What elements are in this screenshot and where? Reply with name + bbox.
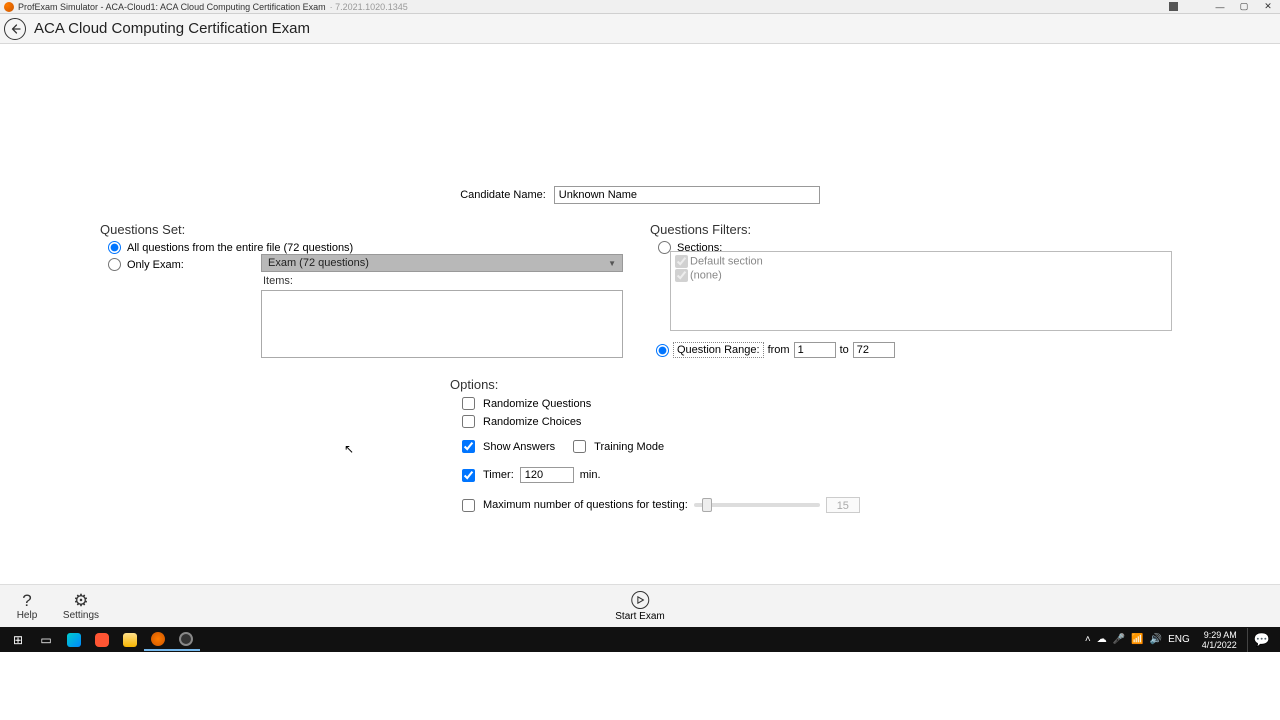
help-button[interactable]: ? Help [0, 592, 54, 621]
window-version: · 7.2021.1020.1345 [330, 2, 408, 12]
question-range-row: Question Range: from to [656, 342, 895, 358]
minimize-button[interactable]: — [1208, 2, 1232, 12]
tray-network-icon[interactable]: 📶 [1131, 634, 1143, 645]
section-item-0: Default section [690, 255, 763, 267]
taskbar-app-brave[interactable] [88, 629, 116, 651]
exam-selected: Exam (72 questions) [268, 257, 369, 269]
radio-question-range[interactable] [656, 344, 669, 357]
windows-taskbar: ⊞ ▭ ˄ ☁ 🎤 📶 🔊 ENG 9:29 AM 4/1/2022 💬 [0, 627, 1280, 652]
label-show-answers: Show Answers [483, 441, 555, 453]
section-item-1: (none) [690, 269, 722, 281]
task-view-button[interactable]: ▭ [32, 629, 60, 651]
window-titlebar: ProfExam Simulator - ACA-Cloud1: ACA Clo… [0, 0, 1280, 14]
system-tray[interactable]: ˄ ☁ 🎤 📶 🔊 ENG 9:29 AM 4/1/2022 💬 [1085, 628, 1276, 652]
checkbox-training-mode[interactable] [573, 440, 586, 453]
taskbar-app-edge[interactable] [60, 629, 88, 651]
range-to-input[interactable] [853, 342, 895, 358]
footer-toolbar: ? Help ⚙ Settings Start Exam [0, 584, 1280, 627]
range-from-label: from [768, 344, 790, 356]
help-label: Help [17, 610, 38, 621]
max-questions-value: 15 [826, 497, 860, 513]
taskbar-app-profexam[interactable] [144, 629, 172, 651]
label-randomize-choices: Randomize Choices [483, 416, 581, 428]
label-timer-unit: min. [580, 469, 601, 481]
items-label: Items: [263, 275, 293, 287]
close-button[interactable]: ✕ [1256, 1, 1280, 12]
play-icon [631, 591, 649, 609]
questions-filters-title: Questions Filters: [650, 222, 1172, 237]
gear-icon: ⚙ [54, 592, 108, 610]
taskbar-time: 9:29 AM [1202, 630, 1237, 640]
tray-language[interactable]: ENG [1168, 634, 1190, 645]
label-timer: Timer: [483, 469, 514, 481]
checkbox-section-default [675, 255, 688, 268]
start-exam-button[interactable]: Start Exam [615, 591, 664, 622]
range-label: Question Range: [673, 342, 764, 358]
radio-all-questions[interactable] [108, 241, 121, 254]
range-from-input[interactable] [794, 342, 836, 358]
start-menu-button[interactable]: ⊞ [4, 629, 32, 651]
options-panel: Options: Randomize Questions Randomize C… [450, 377, 860, 513]
radio-all-label: All questions from the entire file (72 q… [127, 242, 353, 254]
header-bar: ACA Cloud Computing Certification Exam [0, 14, 1280, 44]
checkbox-timer[interactable] [462, 469, 475, 482]
main-content: Candidate Name: Questions Set: All quest… [0, 44, 1280, 652]
exam-dropdown[interactable]: Exam (72 questions) ▼ [261, 254, 623, 272]
mouse-cursor-icon: ↖ [344, 442, 354, 456]
timer-input[interactable] [520, 467, 574, 483]
questions-set-title: Questions Set: [100, 222, 624, 237]
candidate-row: Candidate Name: [0, 186, 1280, 204]
taskbar-app-obs[interactable] [172, 629, 200, 651]
label-training-mode: Training Mode [594, 441, 664, 453]
options-title: Options: [450, 377, 860, 392]
notification-center-button[interactable]: 💬 [1247, 628, 1276, 652]
settings-label: Settings [63, 610, 99, 621]
questions-filters-panel: Questions Filters: Sections: [650, 222, 1172, 254]
window-title: ProfExam Simulator - ACA-Cloud1: ACA Clo… [18, 2, 326, 12]
checkbox-section-none [675, 269, 688, 282]
radio-only-exam[interactable] [108, 258, 121, 271]
page-title: ACA Cloud Computing Certification Exam [34, 20, 310, 37]
candidate-name-input[interactable] [554, 186, 820, 204]
back-button[interactable] [4, 18, 26, 40]
label-randomize-questions: Randomize Questions [483, 398, 591, 410]
label-max-questions: Maximum number of questions for testing: [483, 499, 688, 511]
max-questions-slider[interactable] [694, 503, 820, 507]
chevron-down-icon: ▼ [608, 259, 616, 268]
taskbar-date: 4/1/2022 [1202, 640, 1237, 650]
checkbox-show-answers[interactable] [462, 440, 475, 453]
help-icon: ? [0, 592, 54, 610]
tray-chevron-icon[interactable]: ˄ [1085, 634, 1091, 645]
arrow-left-icon [9, 23, 21, 35]
items-textarea[interactable] [261, 290, 623, 358]
tray-onedrive-icon[interactable]: ☁ [1097, 634, 1107, 645]
radio-only-label: Only Exam: [127, 259, 184, 271]
tray-volume-icon[interactable]: 🔊 [1150, 634, 1162, 645]
checkbox-randomize-questions[interactable] [462, 397, 475, 410]
slider-thumb[interactable] [702, 498, 712, 512]
range-to-label: to [840, 344, 849, 356]
sections-listbox[interactable]: Default section (none) [670, 251, 1172, 331]
candidate-label: Candidate Name: [460, 189, 546, 201]
start-exam-label: Start Exam [615, 611, 664, 622]
taskbar-clock[interactable]: 9:29 AM 4/1/2022 [1202, 630, 1237, 650]
tray-mic-icon[interactable]: 🎤 [1113, 634, 1125, 645]
checkbox-max-questions[interactable] [462, 499, 475, 512]
app-icon [4, 2, 14, 12]
taskbar-app-explorer[interactable] [116, 629, 144, 651]
checkbox-randomize-choices[interactable] [462, 415, 475, 428]
settings-button[interactable]: ⚙ Settings [54, 592, 108, 621]
maximize-button[interactable]: ▢ [1232, 1, 1256, 12]
feedback-icon[interactable] [1169, 2, 1178, 11]
